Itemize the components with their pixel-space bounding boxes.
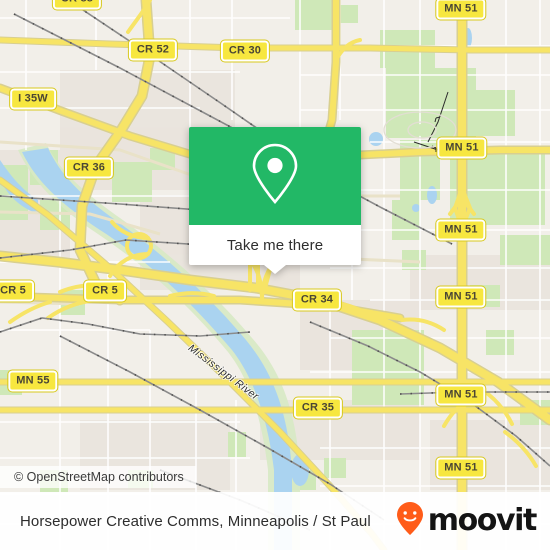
shield-cr-52[interactable]: CR 52	[127, 38, 179, 62]
moovit-smiley-pin-icon	[395, 501, 425, 542]
shield-i-35w[interactable]: I 35W	[9, 87, 57, 111]
osm-attribution[interactable]: © OpenStreetMap contributors	[0, 466, 196, 488]
shield-mn-51-top[interactable]: MN 51	[435, 0, 487, 21]
take-me-there-label: Take me there	[226, 236, 324, 254]
shield-cr-30[interactable]: CR 30	[219, 39, 271, 63]
footer-bar: Horsepower Creative Comms, Minneapolis /…	[0, 492, 550, 550]
shield-mn-51-bottom[interactable]: MN 51	[435, 456, 487, 480]
golf-green	[411, 124, 433, 136]
callout-action-bar[interactable]: Take me there	[189, 225, 361, 265]
shield-mn-51-upper[interactable]: MN 51	[436, 136, 488, 160]
place-title: Horsepower Creative Comms, Minneapolis /…	[20, 512, 371, 530]
moovit-brand[interactable]: moovit	[395, 501, 538, 542]
shield-cr-5-right[interactable]: CR 5	[83, 279, 127, 303]
callout-pointer-tail	[264, 265, 286, 274]
shield-cr-34[interactable]: CR 34	[291, 288, 343, 312]
shield-cr-36[interactable]: CR 36	[63, 156, 115, 180]
map-screenshot: CR 88 CR 52 CR 30 MN 51 I 35W MN 51 CR 3…	[0, 0, 550, 550]
shield-mn-51-lower2[interactable]: MN 51	[435, 383, 487, 407]
shield-cr-35[interactable]: CR 35	[292, 396, 344, 420]
destination-callout[interactable]: Take me there	[189, 127, 361, 274]
shield-mn-55[interactable]: MN 55	[7, 369, 59, 393]
map-pin-icon	[250, 142, 300, 211]
moovit-wordmark: moovit	[427, 503, 538, 538]
callout-image-area	[189, 127, 361, 225]
shield-mn-51-mid[interactable]: MN 51	[435, 218, 487, 242]
shield-cr-5-left[interactable]: CR 5	[0, 279, 35, 303]
shield-mn-51-lower[interactable]: MN 51	[435, 285, 487, 309]
shield-cut-top[interactable]: CR 88	[51, 0, 103, 11]
attribution-text: © OpenStreetMap contributors	[14, 470, 184, 484]
